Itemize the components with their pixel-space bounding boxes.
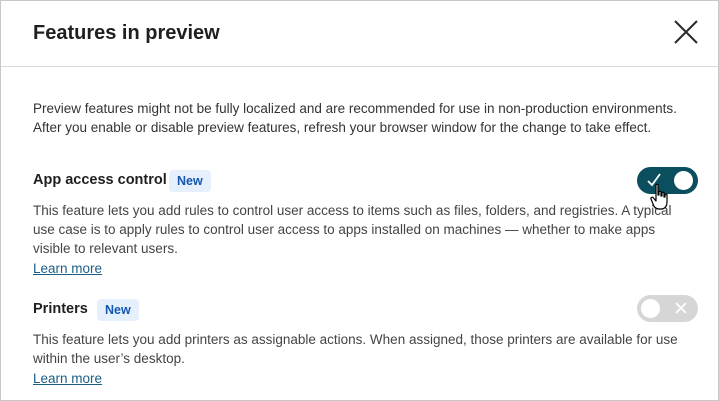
hand-pointer-icon	[650, 183, 668, 210]
intro-text: Preview features might not be fully loca…	[33, 99, 703, 137]
learn-more-link-printers[interactable]: Learn more	[33, 369, 102, 388]
toggle-knob	[641, 299, 660, 318]
feature-description-printers: This feature lets you add printers as as…	[33, 332, 678, 366]
new-badge: New	[97, 299, 139, 321]
feature-title-app-access-control: App access control	[33, 172, 167, 188]
intro-line-2: After you enable or disable preview feat…	[33, 120, 652, 135]
feature-description-app-access-control: This feature lets you add rules to contr…	[33, 203, 672, 256]
x-icon	[675, 302, 687, 314]
close-button[interactable]	[671, 17, 701, 47]
close-icon	[674, 20, 698, 44]
learn-more-link-app-access-control[interactable]: Learn more	[33, 259, 102, 278]
dialog-title: Features in preview	[33, 22, 220, 44]
new-badge: New	[169, 170, 211, 192]
intro-line-1: Preview features might not be fully loca…	[33, 101, 677, 116]
features-in-preview-dialog: Features in preview Preview features mig…	[0, 0, 719, 401]
dialog-header: Features in preview	[1, 1, 718, 67]
toggle-knob	[674, 171, 693, 190]
printers-toggle[interactable]	[637, 295, 698, 322]
feature-title-printers: Printers	[33, 301, 88, 317]
